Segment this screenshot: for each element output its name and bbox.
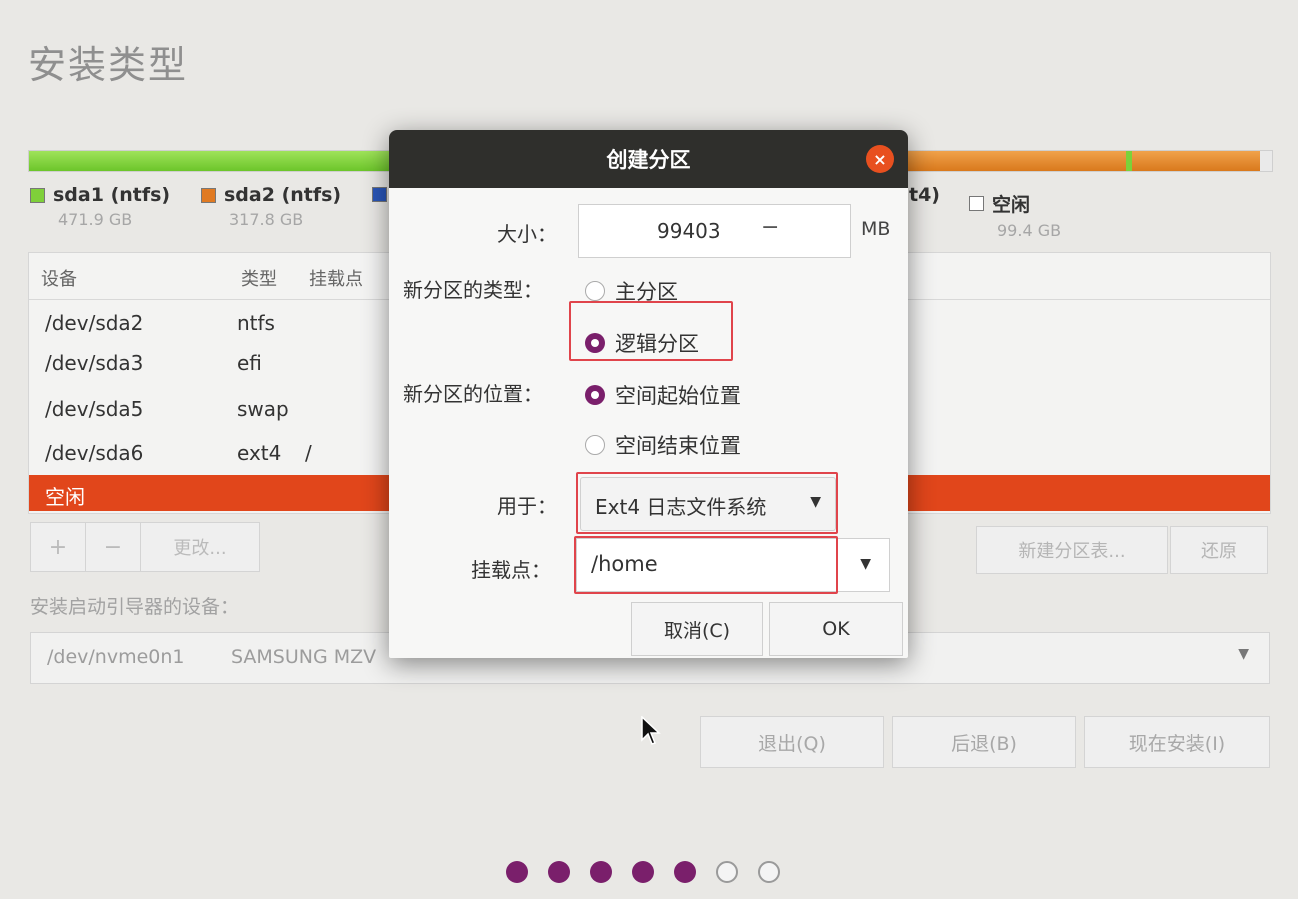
partition-seg-ext4 [881,151,1126,171]
radio-on-icon [585,385,605,405]
legend-size: 471.9 GB [58,210,133,229]
header-type[interactable]: 类型 [241,265,277,291]
legend-swatch [372,187,387,202]
row-type: efi [237,351,262,375]
partition-seg-orange2 [1132,151,1260,171]
new-partition-table-button[interactable]: 新建分区表... [976,526,1168,574]
legend-swatch [969,196,984,211]
radio-location-end[interactable]: 空间结束位置 [585,430,741,460]
legend-size: 99.4 GB [997,221,1062,240]
radio-off-icon [585,281,605,301]
chevron-down-icon: ▼ [1238,646,1249,662]
step-progress [506,861,780,883]
size-spinbox[interactable]: 99403 − [578,204,851,258]
row-type: ntfs [237,311,275,335]
radio-label: 逻辑分区 [615,332,699,356]
highlight-box [576,472,838,534]
legend-ext4: t4) [909,184,940,206]
radio-on-icon [585,333,605,353]
legend-free: 空闲 99.4 GB [969,190,1061,240]
page-title: 安装类型 [28,43,189,87]
mouse-cursor-icon [641,715,661,754]
size-decrement-button[interactable]: − [761,215,779,240]
row-type: ext4 [237,441,282,465]
radio-logical-partition[interactable]: 逻辑分区 [585,328,699,358]
size-label: 大小： [497,222,557,246]
remove-partition-button[interactable]: − [86,523,141,571]
size-unit: MB [861,218,891,240]
legend-name: 空闲 [992,194,1031,216]
highlight-box [574,536,838,594]
radio-location-start[interactable]: 空间起始位置 [585,380,741,410]
mount-point-label: 挂载点： [471,558,551,582]
legend-swatch [30,187,45,203]
use-as-label: 用于： [497,494,557,518]
partition-toolbar: + − 更改... [30,522,260,572]
change-partition-button[interactable]: 更改... [141,523,259,571]
header-device[interactable]: 设备 [41,265,77,291]
radio-off-icon [585,435,605,455]
legend-sda1: sda1 (ntfs) 471.9 GB [30,184,170,229]
partition-type-label: 新分区的类型： [403,278,543,302]
boot-device-model: SAMSUNG MZV [231,646,377,668]
add-partition-button[interactable]: + [31,523,86,571]
legend-name: sda1 (ntfs) [53,184,171,206]
dialog-title: 创建分区 [389,130,908,188]
partition-seg-free [1260,151,1272,171]
legend-size: 317.8 GB [229,210,304,229]
create-partition-dialog: 创建分区 × 大小： 99403 − MB 新分区的类型： 主分区 逻辑分区 新… [389,130,908,658]
partition-seg-sda1 [29,151,391,171]
ok-button[interactable]: OK [769,602,903,656]
row-device: /dev/sda2 [45,311,144,335]
step-dot-pending [716,861,738,883]
row-mount: / [305,441,312,465]
header-mount[interactable]: 挂载点 [309,265,363,291]
chevron-down-icon[interactable]: ▼ [860,556,871,572]
row-device: 空闲 [45,485,85,509]
radio-label: 空间起始位置 [615,384,741,408]
step-dot-done [632,861,654,883]
close-icon[interactable]: × [866,145,894,173]
row-device: /dev/sda5 [45,397,144,421]
revert-button[interactable]: 还原 [1170,526,1268,574]
boot-device-label: 安装启动引导器的设备： [30,596,240,618]
step-dot-done [590,861,612,883]
step-dot-done [548,861,570,883]
step-dot-done [506,861,528,883]
back-button[interactable]: 后退(B) [892,716,1076,768]
legend-swatch [201,187,216,203]
step-dot-done [674,861,696,883]
quit-button[interactable]: 退出(Q) [700,716,884,768]
row-device: /dev/sda6 [45,441,144,465]
boot-device-path: /dev/nvme0n1 [47,646,185,668]
install-now-button[interactable]: 现在安装(I) [1084,716,1270,768]
step-dot-pending [758,861,780,883]
legend-name: t4) [909,184,940,206]
radio-label: 空间结束位置 [615,434,741,458]
row-device: /dev/sda3 [45,351,144,375]
row-type: swap [237,397,289,421]
legend-name: sda2 (ntfs) [224,184,342,206]
partition-location-label: 新分区的位置： [403,382,543,406]
cancel-button[interactable]: 取消(C) [631,602,763,656]
legend-sda2: sda2 (ntfs) 317.8 GB [201,184,341,229]
size-value: 99403 [657,219,721,243]
